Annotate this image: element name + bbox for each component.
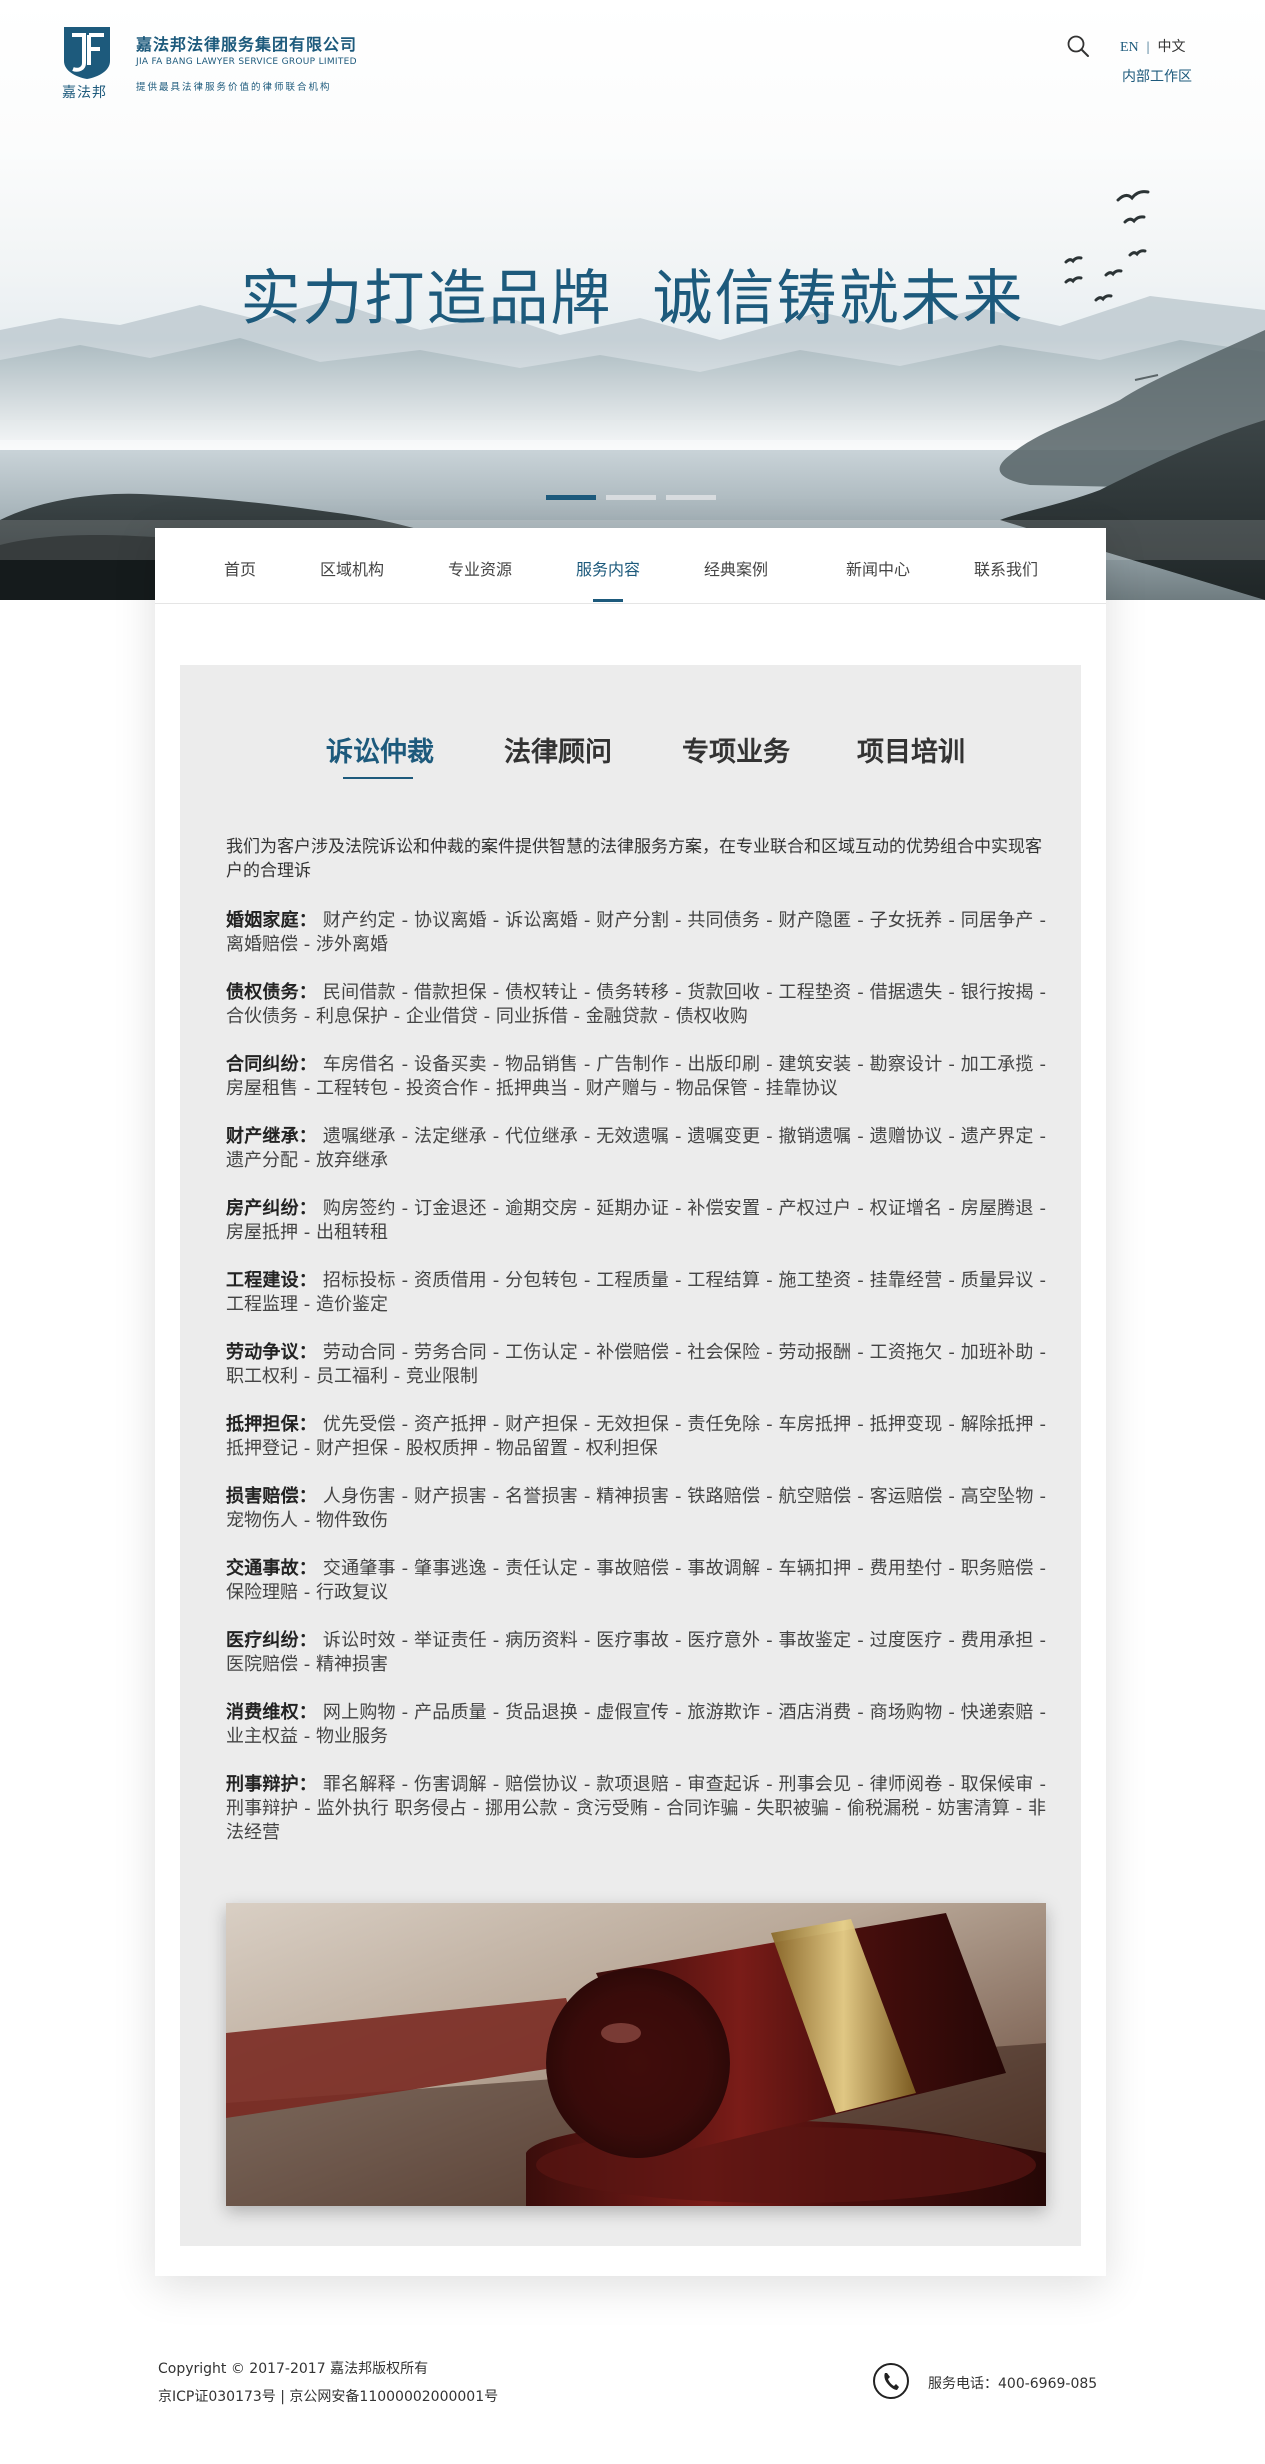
category-title: 抵押担保：: [226, 1414, 317, 1435]
category-text: 劳动合同 - 劳务合同 - 工伤认定 - 补偿赔偿 - 社会保险 - 劳动报酬 …: [226, 1342, 1046, 1387]
site-logo[interactable]: 嘉法邦 嘉法邦法律服务集团有限公司 JIA FA BANG LAWYER SER…: [62, 25, 362, 103]
language-switcher: EN | 中文: [1120, 36, 1185, 56]
search-icon[interactable]: [1066, 34, 1090, 58]
nav-item-cases[interactable]: 经典案例: [704, 556, 768, 580]
tab-litigation[interactable]: 诉讼仲裁: [326, 730, 434, 769]
list-item: 消费维权： 网上购物 - 产品质量 - 货品退换 - 虚假宣传 - 旅游欺诈 -…: [226, 1701, 1046, 1749]
nav-item-resources[interactable]: 专业资源: [448, 556, 512, 580]
list-item: 医疗纠纷： 诉讼时效 - 举证责任 - 病历资料 - 医疗事故 - 医疗意外 -…: [226, 1629, 1046, 1677]
list-item: 房产纠纷： 购房签约 - 订金退还 - 逾期交房 - 延期办证 - 补偿安置 -…: [226, 1197, 1046, 1245]
tab-legal-counsel[interactable]: 法律顾问: [504, 730, 612, 769]
list-item: 交通事故： 交通肇事 - 肇事逃逸 - 责任认定 - 事故赔偿 - 事故调解 -…: [226, 1557, 1046, 1605]
company-tagline: 提供最具法律服务价值的律师联合机构: [136, 82, 332, 93]
tab-active-indicator: [343, 777, 413, 779]
category-title: 消费维权：: [226, 1702, 317, 1723]
category-text: 优先受偿 - 资产抵押 - 财产担保 - 无效担保 - 责任免除 - 车房抵押 …: [226, 1414, 1046, 1459]
nav-item-services[interactable]: 服务内容: [576, 556, 640, 580]
category-text: 购房签约 - 订金退还 - 逾期交房 - 延期办证 - 补偿安置 - 产权过户 …: [226, 1198, 1046, 1243]
site-header: 嘉法邦 嘉法邦法律服务集团有限公司 JIA FA BANG LAWYER SER…: [0, 0, 1265, 120]
list-item: 债权债务： 民间借款 - 借款担保 - 债权转让 - 债务转移 - 货款回收 -…: [226, 981, 1046, 1029]
category-title: 债权债务：: [226, 982, 317, 1003]
gavel-image: [226, 1903, 1046, 2206]
category-list: 婚姻家庭： 财产约定 - 协议离婚 - 诉讼离婚 - 财产分割 - 共同债务 -…: [226, 909, 1046, 1869]
category-text: 民间借款 - 借款担保 - 债权转让 - 债务转移 - 货款回收 - 工程垫资 …: [226, 982, 1046, 1027]
category-title: 合同纠纷：: [226, 1054, 317, 1075]
category-title: 医疗纠纷：: [226, 1630, 317, 1651]
category-text: 车房借名 - 设备买卖 - 物品销售 - 广告制作 - 出版印刷 - 建筑安装 …: [226, 1054, 1046, 1099]
nav-item-regions[interactable]: 区域机构: [320, 556, 384, 580]
category-text: 人身伤害 - 财产损害 - 名誉损害 - 精神损害 - 铁路赔偿 - 航空赔偿 …: [226, 1486, 1046, 1531]
company-name-cn: 嘉法邦法律服务集团有限公司: [136, 35, 358, 54]
nav-active-indicator: [593, 599, 623, 602]
list-item: 刑事辩护： 罪名解释 - 伤害调解 - 赔偿协议 - 款项退赔 - 审查起诉 -…: [226, 1773, 1046, 1845]
list-item: 劳动争议： 劳动合同 - 劳务合同 - 工伤认定 - 补偿赔偿 - 社会保险 -…: [226, 1341, 1046, 1389]
lang-cn-link[interactable]: 中文: [1157, 40, 1185, 55]
list-item: 合同纠纷： 车房借名 - 设备买卖 - 物品销售 - 广告制作 - 出版印刷 -…: [226, 1053, 1046, 1101]
category-text: 财产约定 - 协议离婚 - 诉讼离婚 - 财产分割 - 共同债务 - 财产隐匿 …: [226, 910, 1046, 955]
service-panel: 诉讼仲裁 法律顾问 专项业务 项目培训 我们为客户涉及法院诉讼和仲裁的案件提供智…: [180, 665, 1081, 2246]
nav-item-home[interactable]: 首页: [224, 556, 256, 580]
hero-slogan: 实力打造品牌 诚信铸就未来: [0, 250, 1265, 337]
nav-item-contact[interactable]: 联系我们: [974, 556, 1038, 580]
category-title: 工程建设：: [226, 1270, 317, 1291]
category-title: 房产纠纷：: [226, 1198, 317, 1219]
slogan-left: 实力打造品牌: [240, 264, 613, 334]
category-text: 遗嘱继承 - 法定继承 - 代位继承 - 无效遗嘱 - 遗嘱变更 - 撤销遗嘱 …: [226, 1126, 1046, 1171]
content-card: 首页 区域机构 专业资源 服务内容 经典案例 新闻中心 联系我们 诉讼仲裁 法律…: [155, 528, 1106, 2276]
carousel-indicators: [546, 495, 726, 501]
category-title: 劳动争议：: [226, 1342, 317, 1363]
service-phone: 服务电话：400-6969-085: [928, 2376, 1098, 2392]
list-item: 抵押担保： 优先受偿 - 资产抵押 - 财产担保 - 无效担保 - 责任免除 -…: [226, 1413, 1046, 1461]
logo-mark-icon: [64, 27, 110, 79]
icp-license-text: 京ICP证030173号 | 京公网安备11000002000001号: [158, 2389, 499, 2405]
carousel-dot-1[interactable]: [546, 495, 596, 500]
category-title: 财产继承：: [226, 1126, 317, 1147]
tab-special-business[interactable]: 专项业务: [682, 730, 790, 769]
category-text: 交通肇事 - 肇事逃逸 - 责任认定 - 事故赔偿 - 事故调解 - 车辆扣押 …: [226, 1558, 1046, 1603]
list-item: 婚姻家庭： 财产约定 - 协议离婚 - 诉讼离婚 - 财产分割 - 共同债务 -…: [226, 909, 1046, 957]
list-item: 损害赔偿： 人身伤害 - 财产损害 - 名誉损害 - 精神损害 - 铁路赔偿 -…: [226, 1485, 1046, 1533]
gavel-illustration: [226, 1903, 1046, 2206]
internal-workspace-link[interactable]: 内部工作区: [1122, 66, 1192, 86]
carousel-dot-3[interactable]: [666, 495, 716, 500]
nav-item-news[interactable]: 新闻中心: [846, 556, 910, 580]
tab-training[interactable]: 项目培训: [857, 730, 965, 769]
category-title: 婚姻家庭：: [226, 910, 317, 931]
category-text: 招标投标 - 资质借用 - 分包转包 - 工程质量 - 工程结算 - 施工垫资 …: [226, 1270, 1046, 1315]
service-intro: 我们为客户涉及法院诉讼和仲裁的案件提供智慧的法律服务方案，在专业联合和区域互动的…: [226, 837, 1042, 881]
lang-en-link[interactable]: EN: [1120, 40, 1139, 55]
logo-sub-text: 嘉法邦: [62, 85, 107, 101]
carousel-dot-2[interactable]: [606, 495, 656, 500]
category-text: 网上购物 - 产品质量 - 货品退换 - 虚假宣传 - 旅游欺诈 - 酒店消费 …: [226, 1702, 1046, 1747]
category-title: 损害赔偿：: [226, 1486, 317, 1507]
copyright-text: Copyright © 2017-2017 嘉法邦版权所有: [158, 2361, 429, 2377]
list-item: 财产继承： 遗嘱继承 - 法定继承 - 代位继承 - 无效遗嘱 - 遗嘱变更 -…: [226, 1125, 1046, 1173]
lang-separator: |: [1146, 40, 1150, 55]
phone-icon: [873, 2363, 909, 2399]
slogan-right: 诚信铸就未来: [652, 264, 1025, 334]
main-nav: 首页 区域机构 专业资源 服务内容 经典案例 新闻中心 联系我们: [155, 528, 1106, 604]
category-title: 交通事故：: [226, 1558, 317, 1579]
site-footer: Copyright © 2017-2017 嘉法邦版权所有 京ICP证03017…: [0, 2276, 1265, 2464]
category-text: 诉讼时效 - 举证责任 - 病历资料 - 医疗事故 - 医疗意外 - 事故鉴定 …: [226, 1630, 1046, 1675]
category-text: 罪名解释 - 伤害调解 - 赔偿协议 - 款项退赔 - 审查起诉 - 刑事会见 …: [226, 1774, 1046, 1843]
category-title: 刑事辩护：: [226, 1774, 317, 1795]
company-name-en: JIA FA BANG LAWYER SERVICE GROUP LIMITED: [136, 57, 357, 67]
list-item: 工程建设： 招标投标 - 资质借用 - 分包转包 - 工程质量 - 工程结算 -…: [226, 1269, 1046, 1317]
